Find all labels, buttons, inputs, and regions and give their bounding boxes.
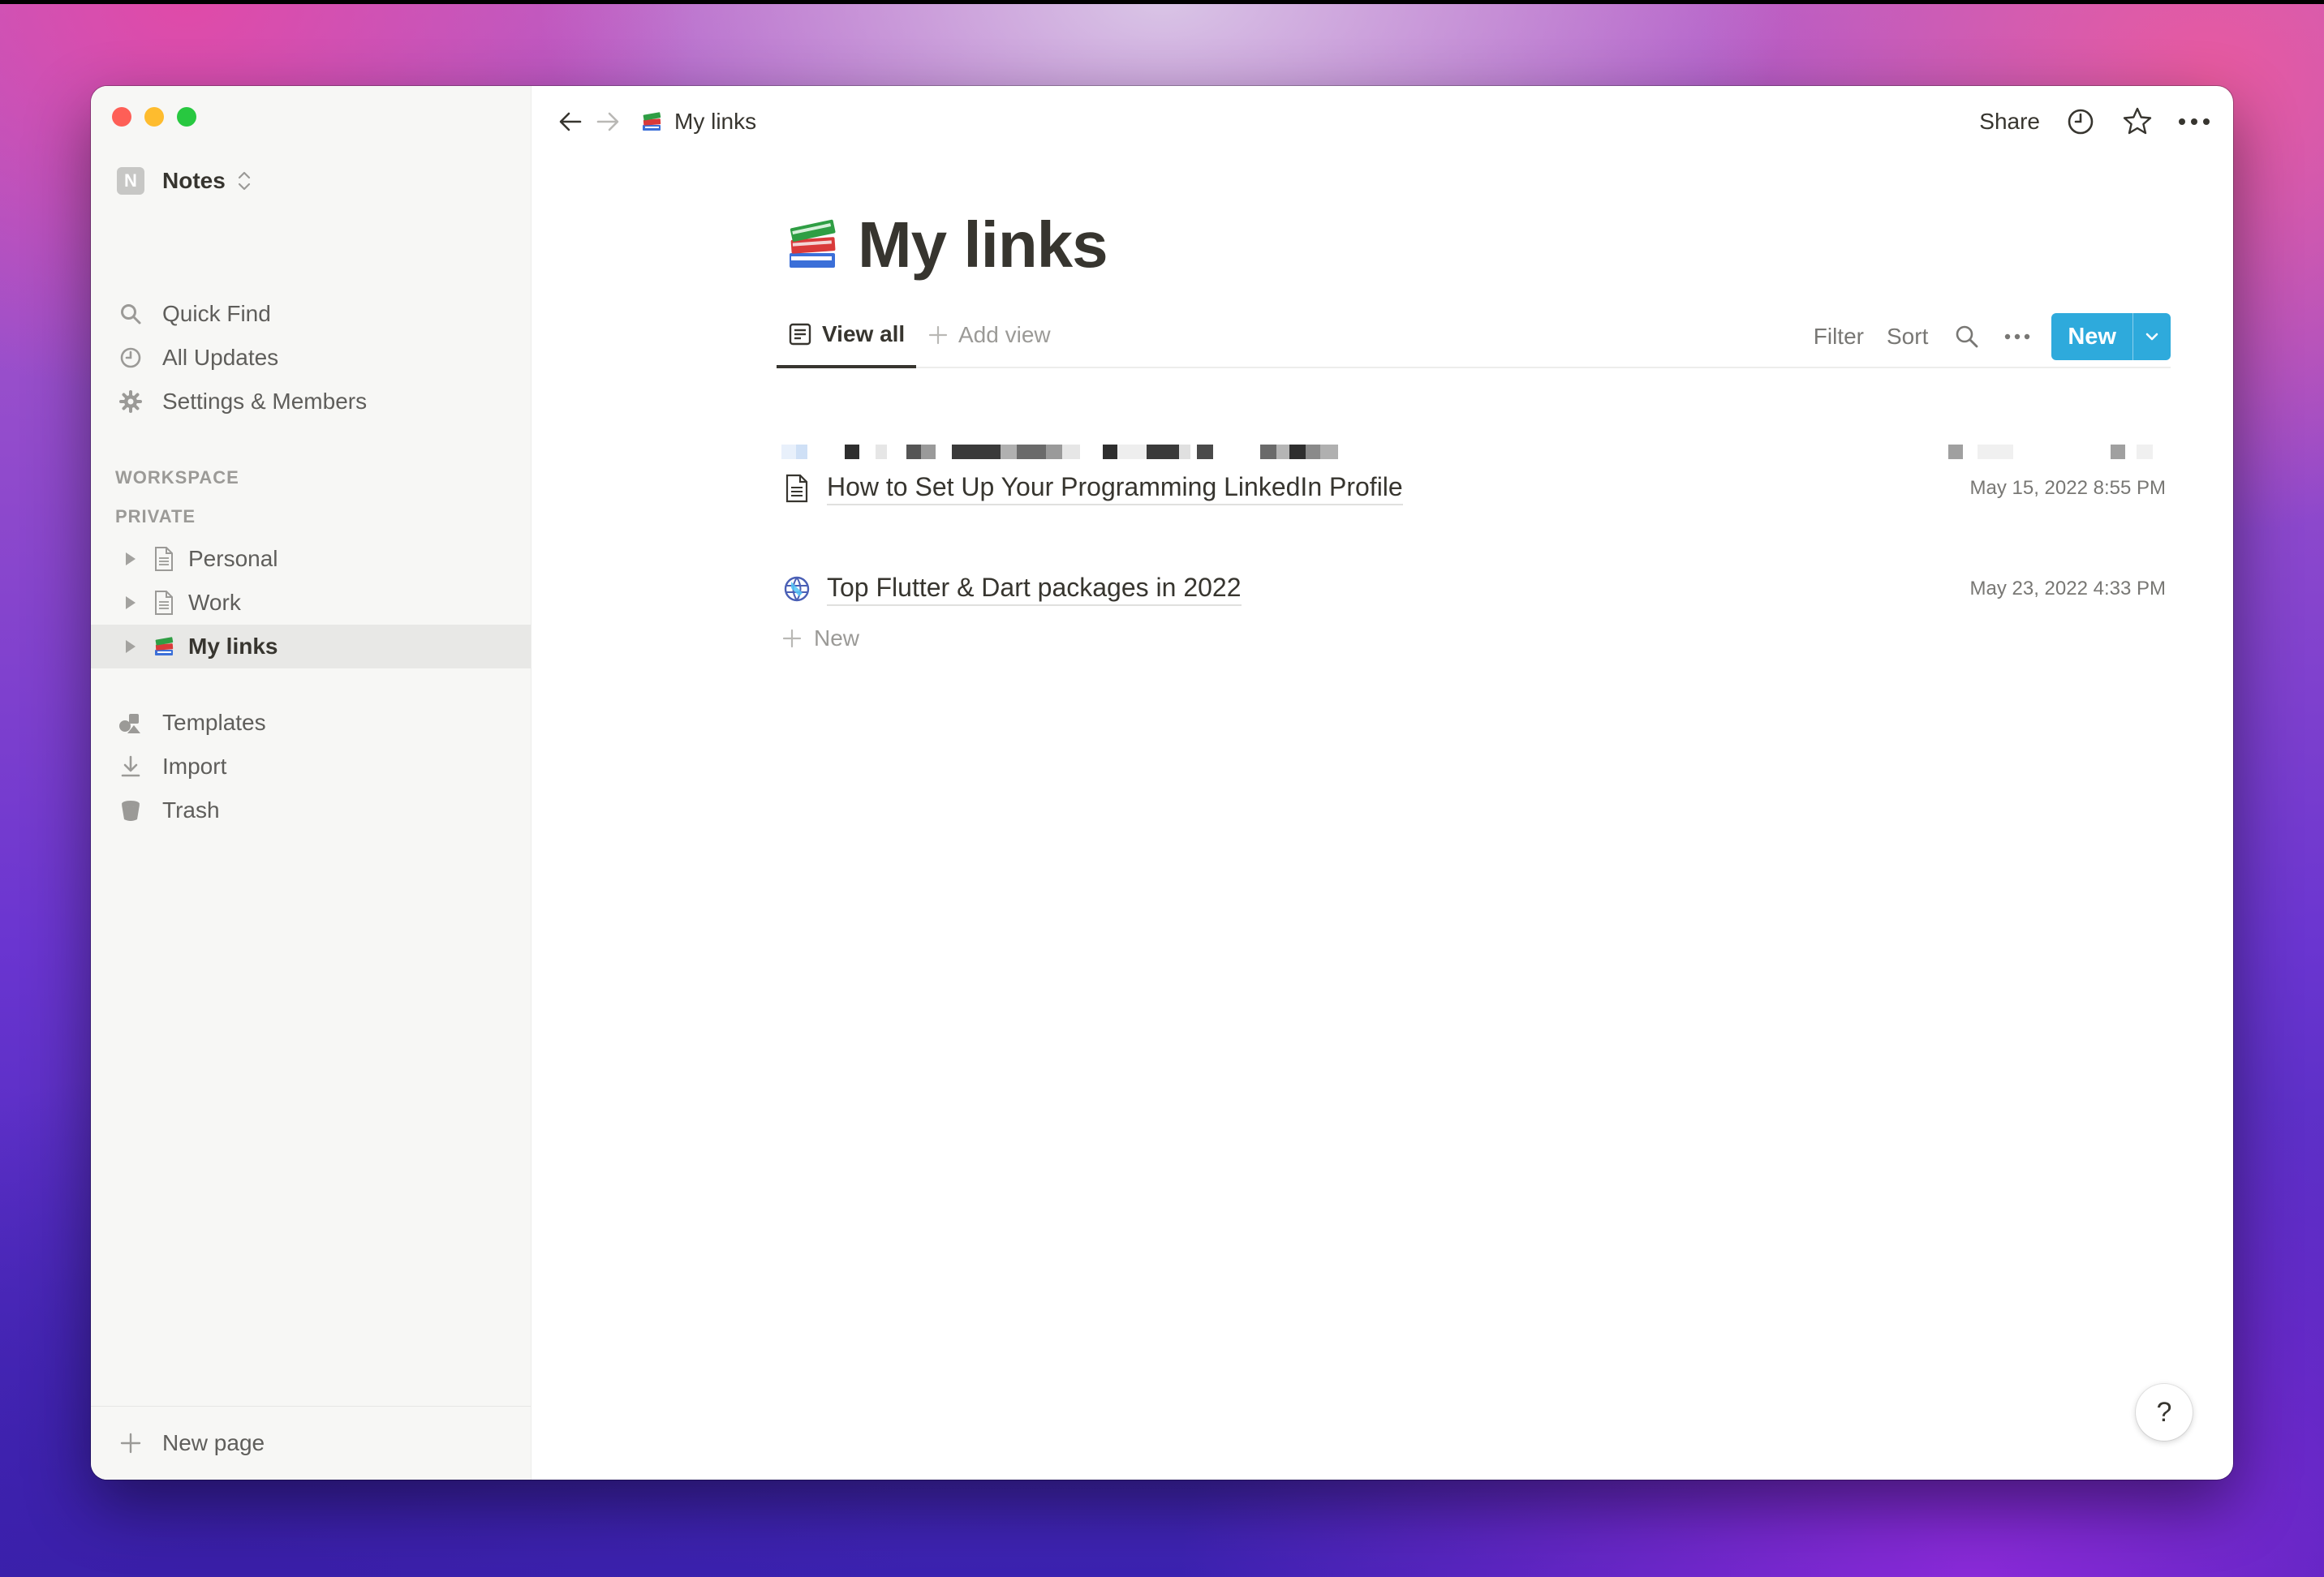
sidebar: N Notes Quick Find All Updates Settings …: [91, 86, 532, 1480]
list-view-icon: [789, 323, 811, 346]
settings-label: Settings & Members: [162, 389, 368, 414]
zoom-window-button[interactable]: [177, 107, 196, 127]
sidebar-page-work[interactable]: Work: [91, 581, 531, 625]
pixelated-redacted-content: [781, 436, 2166, 469]
quick-find-label: Quick Find: [162, 301, 271, 326]
main-content: My links Share My links View all Add vie…: [532, 86, 2233, 1480]
add-view-label: Add view: [958, 322, 1051, 347]
list-item[interactable]: How to Set Up Your Programming LinkedIn …: [781, 464, 2166, 513]
books-emoji-icon: [643, 112, 661, 131]
caret-right-icon[interactable]: [123, 552, 138, 566]
page-icon: [151, 590, 177, 616]
app-window: N Notes Quick Find All Updates Settings …: [91, 86, 2233, 1480]
tab-label: View all: [822, 321, 906, 346]
workspace-name: Notes: [162, 168, 226, 193]
view-actions: Filter Sort New: [1814, 313, 2171, 360]
close-window-button[interactable]: [112, 107, 131, 127]
page-header: My links: [783, 208, 1108, 282]
more-dots-icon[interactable]: [2001, 320, 2034, 353]
database-view-bar: View all Add view Filter Sort New: [777, 303, 2171, 368]
add-new-row-button[interactable]: New: [781, 618, 859, 659]
history-clock-icon[interactable]: [2064, 105, 2097, 138]
all-updates-item[interactable]: All Updates: [117, 336, 506, 380]
trash-item[interactable]: Trash: [117, 788, 506, 832]
breadcrumb[interactable]: My links: [674, 109, 756, 135]
new-page-button[interactable]: New page: [91, 1406, 531, 1480]
gear-icon: [117, 388, 144, 415]
search-icon: [117, 300, 144, 328]
chevron-updown-icon: [238, 171, 250, 191]
books-emoji-icon: [151, 634, 177, 660]
page-title[interactable]: My links: [858, 208, 1108, 282]
plus-icon: [928, 325, 948, 345]
list-item-title[interactable]: Top Flutter & Dart packages in 2022: [827, 573, 1242, 606]
list-item[interactable]: Top Flutter & Dart packages in 2022 May …: [781, 565, 2166, 613]
settings-item[interactable]: Settings & Members: [117, 380, 506, 423]
shapes-icon: [117, 709, 144, 737]
download-icon: [117, 753, 144, 780]
back-arrow-icon[interactable]: [556, 107, 585, 136]
chevron-down-icon[interactable]: [2132, 313, 2171, 360]
workspace-avatar: N: [117, 167, 144, 195]
plus-icon: [117, 1429, 144, 1457]
new-record-button-group: New: [2051, 313, 2171, 360]
minimize-window-button[interactable]: [144, 107, 164, 127]
sidebar-page-label: My links: [188, 634, 278, 659]
page-icon: [781, 473, 812, 504]
add-view-button[interactable]: Add view: [927, 303, 1051, 367]
workspace-switcher[interactable]: N Notes: [117, 161, 253, 201]
more-dots-icon[interactable]: [2178, 105, 2210, 138]
new-page-label: New page: [162, 1430, 265, 1455]
sidebar-page-label: Personal: [188, 546, 278, 571]
tab-view-all[interactable]: View all: [777, 303, 917, 368]
clock-icon: [117, 344, 144, 372]
trash-label: Trash: [162, 797, 220, 823]
sort-button[interactable]: Sort: [1887, 324, 1928, 350]
books-emoji-icon[interactable]: [783, 216, 841, 274]
new-record-button[interactable]: New: [2051, 313, 2132, 360]
trash-icon: [117, 797, 144, 824]
window-controls: [112, 107, 196, 127]
all-updates-label: All Updates: [162, 345, 279, 370]
sidebar-page-personal[interactable]: Personal: [91, 537, 531, 581]
sidebar-page-my-links[interactable]: My links: [91, 625, 531, 668]
templates-item[interactable]: Templates: [117, 701, 506, 745]
list-item-title[interactable]: How to Set Up Your Programming LinkedIn …: [827, 472, 1403, 505]
caret-right-icon[interactable]: [123, 639, 138, 654]
list-item-date: May 15, 2022 8:55 PM: [1969, 477, 2166, 499]
top-navigation: My links: [556, 102, 756, 141]
plus-icon: [782, 629, 802, 648]
import-label: Import: [162, 754, 227, 779]
screen-top-edge: [0, 0, 2324, 4]
forward-arrow-icon[interactable]: [593, 107, 622, 136]
star-icon[interactable]: [2121, 105, 2154, 138]
filter-button[interactable]: Filter: [1814, 324, 1864, 350]
import-item[interactable]: Import: [117, 745, 506, 788]
caret-right-icon[interactable]: [123, 595, 138, 610]
quick-find-item[interactable]: Quick Find: [117, 292, 506, 336]
share-button[interactable]: Share: [1979, 109, 2040, 135]
search-icon[interactable]: [1951, 320, 1983, 353]
private-section-label[interactable]: PRIVATE: [115, 506, 196, 527]
page-icon: [151, 546, 177, 572]
sidebar-page-label: Work: [188, 590, 241, 615]
workspace-section-label[interactable]: WORKSPACE: [115, 467, 239, 488]
add-new-row-label: New: [814, 625, 860, 651]
flutter-globe-icon: [781, 574, 812, 604]
list-item-date: May 23, 2022 4:33 PM: [1969, 578, 2166, 599]
templates-label: Templates: [162, 710, 266, 735]
help-button[interactable]: ?: [2136, 1384, 2193, 1441]
top-actions: Share: [1979, 102, 2210, 141]
